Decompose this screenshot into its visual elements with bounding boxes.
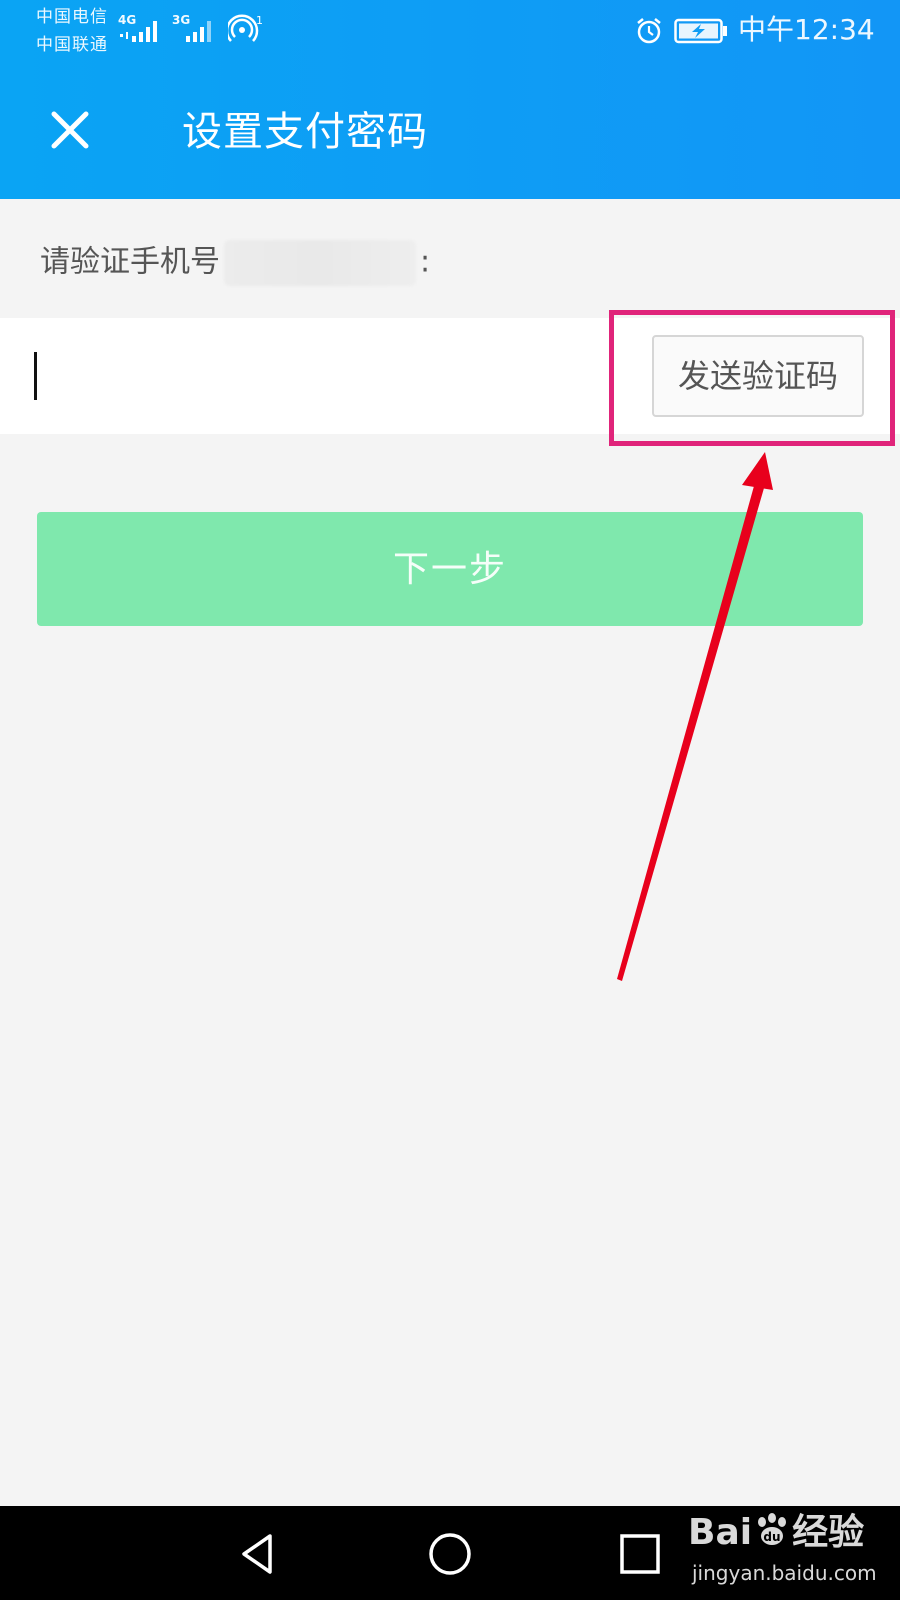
signal-4g-indicator: 4G bbox=[118, 14, 166, 44]
screen: 中国电信 中国联通 4G 3G 1 中午12:34 设置支付密码 请验证手机号 … bbox=[0, 0, 900, 1600]
recent-apps-icon[interactable] bbox=[614, 1528, 666, 1580]
battery-charging-icon bbox=[674, 18, 727, 44]
status-bar: 中国电信 中国联通 4G 3G 1 中午12:34 bbox=[0, 0, 900, 62]
close-button[interactable] bbox=[40, 100, 100, 160]
carrier-1-label: 中国电信 bbox=[36, 7, 108, 27]
text-cursor bbox=[34, 352, 37, 400]
carrier-2-label: 中国联通 bbox=[36, 35, 108, 55]
hotspot-icon: 1 bbox=[228, 14, 263, 42]
verify-phone-colon: : bbox=[420, 244, 431, 280]
status-time: 中午12:34 bbox=[738, 13, 875, 46]
next-step-button[interactable]: 下一步 bbox=[37, 512, 863, 626]
verify-phone-label: 请验证手机号: bbox=[40, 240, 430, 286]
masked-phone-number bbox=[224, 240, 416, 286]
signal-3g-indicator: 3G bbox=[172, 14, 220, 44]
alarm-icon bbox=[637, 18, 661, 44]
back-icon[interactable] bbox=[232, 1528, 284, 1580]
page-title: 设置支付密码 bbox=[182, 109, 428, 155]
verification-code-input[interactable] bbox=[34, 352, 598, 404]
app-header: 中国电信 中国联通 4G 3G 1 中午12:34 设置支付密码 bbox=[0, 0, 900, 199]
signal-icon bbox=[186, 21, 211, 42]
signal-icon bbox=[120, 21, 157, 42]
verify-phone-text: 请验证手机号 bbox=[40, 244, 220, 280]
hotspot-count: 1 bbox=[256, 14, 263, 27]
system-nav-bar bbox=[0, 1506, 900, 1600]
home-icon[interactable] bbox=[424, 1528, 476, 1580]
close-icon bbox=[51, 111, 89, 149]
send-code-button[interactable]: 发送验证码 bbox=[652, 335, 864, 417]
